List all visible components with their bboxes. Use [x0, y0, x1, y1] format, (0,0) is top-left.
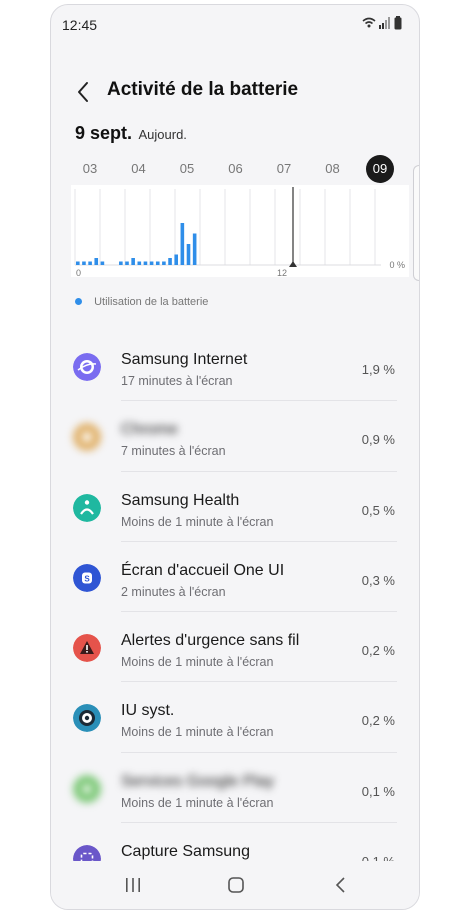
- hour-tab-04[interactable]: 04: [124, 155, 154, 183]
- app-screen-time: 2 minutes à l'écran: [121, 584, 226, 599]
- app-screen-time: 17 minutes à l'écran: [121, 374, 233, 388]
- chart-bar: [186, 244, 191, 265]
- chart-bar: [94, 258, 99, 265]
- status-bar: 12:45: [51, 5, 419, 45]
- app-usage-row[interactable]: Services Google Play Moins de 1 minute à …: [51, 753, 419, 824]
- one-ui-home-icon: S: [73, 563, 101, 592]
- app-battery-percent: 0,9 %: [361, 432, 395, 448]
- legend-label: Utilisation de la batterie: [94, 296, 209, 308]
- home-icon[interactable]: [224, 873, 248, 897]
- samsung-health-icon: [73, 493, 101, 522]
- current-time-marker-arrow: [289, 261, 297, 267]
- chart-bar: [82, 261, 86, 265]
- hour-tab-08[interactable]: 08: [318, 155, 348, 183]
- app-usage-row[interactable]: Chrome 7 minutes à l'écran 0,9 %: [51, 401, 419, 472]
- chart-bar: [155, 261, 160, 265]
- chart-bar: [76, 261, 80, 265]
- app-name: Capture Samsung: [121, 843, 250, 861]
- chart-bar: [192, 233, 197, 265]
- google-play-services-icon: [73, 774, 101, 803]
- chart-legend: Utilisation de la batterie: [75, 296, 208, 308]
- status-time: 12:45: [62, 17, 98, 33]
- app-screen-time: Moins de 1 minute à l'écran: [121, 514, 274, 529]
- emergency-alert-icon: [73, 634, 101, 663]
- app-battery-percent: 0,2 %: [361, 643, 395, 659]
- page-title: Activité de la batterie: [107, 79, 299, 100]
- chart-bar: [125, 261, 129, 265]
- date-main: 9 sept.: [75, 123, 133, 143]
- app-name: Écran d'accueil One UI: [121, 561, 285, 579]
- app-usage-row[interactable]: S Écran d'accueil One UI 2 minutes à l'écr…: [51, 542, 419, 613]
- edge-panel-handle[interactable]: [413, 165, 419, 281]
- app-usage-row[interactable]: Samsung Health Moins de 1 minute à l'écra…: [51, 472, 419, 542]
- hour-tab-06[interactable]: 06: [221, 155, 251, 183]
- status-icons: [362, 16, 402, 30]
- hour-tab-05[interactable]: 05: [172, 155, 202, 183]
- back-nav-icon[interactable]: [329, 873, 353, 897]
- app-battery-percent: 0,5 %: [361, 502, 395, 518]
- back-icon[interactable]: [71, 79, 97, 105]
- app-battery-percent: 0,3 %: [361, 572, 395, 588]
- app-usage-list: Samsung Internet 17 minutes à l'écran 1,9 …: [51, 331, 419, 893]
- legend-dot: [75, 297, 82, 305]
- samsung-internet-icon: [73, 353, 101, 381]
- chart-bar: [162, 261, 166, 265]
- hour-selector: 03 04 05 06 07 08 09: [51, 155, 419, 185]
- chart-bar: [174, 254, 178, 265]
- signal-icon: [379, 17, 390, 29]
- chart-bar: [119, 261, 123, 265]
- chart-x-label: 12: [277, 268, 287, 277]
- battery-usage-chart: 0 12 0 %: [71, 185, 409, 277]
- chart-y-label: 0 %: [389, 260, 405, 270]
- app-name: Alertes d'urgence sans fil: [121, 632, 300, 650]
- app-battery-percent: 1,9 %: [361, 362, 395, 377]
- chart-bar: [137, 261, 142, 265]
- app-usage-row[interactable]: IU syst. Moins de 1 minute à l'écran 0,2 %: [51, 682, 419, 753]
- app-name: IU syst.: [121, 702, 175, 720]
- app-usage-row[interactable]: Alertes d'urgence sans fil Moins de 1 min…: [51, 612, 419, 683]
- app-usage-row[interactable]: Samsung Internet 17 minutes à l'écran 1,9 …: [51, 331, 419, 402]
- hour-tab-07[interactable]: 07: [269, 155, 299, 183]
- date-sub: Aujourd.: [138, 127, 187, 142]
- date-label: 9 sept. Aujourd.: [75, 123, 187, 144]
- chart-bar: [88, 261, 92, 265]
- chart-bar: [149, 261, 154, 265]
- app-screen-time: 7 minutes à l'écran: [121, 444, 226, 459]
- wifi-icon: [362, 17, 376, 28]
- svg-text:S: S: [84, 574, 90, 583]
- app-screen-time: Moins de 1 minute à l'écran: [121, 795, 274, 810]
- app-screen-time: Moins de 1 minute à l'écran: [121, 725, 274, 740]
- chart-bar: [180, 223, 185, 265]
- app-name: Samsung Internet: [121, 351, 248, 368]
- chart-bar: [131, 258, 135, 265]
- header: Activité de la batterie: [51, 65, 419, 115]
- chart-bar: [168, 258, 172, 265]
- app-name: Samsung Health: [121, 491, 240, 509]
- app-battery-percent: 0,2 %: [361, 713, 395, 729]
- app-screen-time: Moins de 1 minute à l'écran: [121, 655, 274, 670]
- phone-screen: 12:45 Activité de la batterie 9 sept. Au…: [50, 4, 420, 910]
- app-battery-percent: 0,1 %: [361, 783, 395, 799]
- chart-bar: [143, 261, 148, 265]
- chart-bar: [100, 261, 105, 265]
- system-ui-icon: [73, 704, 101, 733]
- app-name: Chrome: [121, 421, 178, 439]
- hour-tab-09[interactable]: 09: [366, 155, 394, 183]
- recents-icon[interactable]: [121, 873, 145, 897]
- chrome-icon: [73, 423, 101, 452]
- navigation-bar: [51, 861, 419, 909]
- battery-icon: [394, 16, 402, 30]
- chart-x-label: 0: [76, 268, 81, 277]
- app-name: Services Google Play: [121, 772, 274, 790]
- hour-tab-03[interactable]: 03: [75, 155, 105, 183]
